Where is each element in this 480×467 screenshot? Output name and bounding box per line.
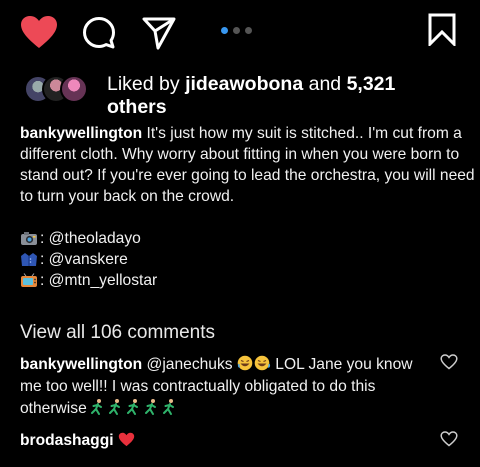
like-heart-icon[interactable] xyxy=(20,15,58,49)
credit-text: : @theoladayo xyxy=(40,230,141,247)
likes-count[interactable]: 5,321 xyxy=(347,73,396,95)
post-caption: bankywellington It's just how my suit is… xyxy=(20,123,475,291)
caption-body: bankywellington It's just how my suit is… xyxy=(20,123,475,207)
comment-like-heart-outline-icon[interactable] xyxy=(440,431,458,447)
liker-username[interactable]: jideawobona xyxy=(185,73,303,95)
laughing-emoji-icon xyxy=(237,355,270,371)
liker-avatars xyxy=(24,75,94,103)
view-all-comments-link[interactable]: View all 106 comments xyxy=(20,322,215,344)
tv-emoji-icon xyxy=(21,273,37,287)
likes-suffix[interactable]: others xyxy=(107,96,167,118)
share-paper-plane-icon[interactable] xyxy=(141,15,177,51)
likes-and: and xyxy=(308,73,342,95)
running-man-emoji-icon xyxy=(91,399,175,415)
save-bookmark-icon[interactable] xyxy=(428,13,456,46)
comment-username[interactable]: brodashaggi xyxy=(20,432,114,449)
post-action-bar xyxy=(0,0,480,70)
credit-line: : @theoladayo xyxy=(20,228,475,249)
comment-item: bankywellington @janechuks LOL Jane you … xyxy=(20,354,430,420)
likes-text: Liked by jideawobona and 5,321 others xyxy=(107,73,437,119)
caption-username[interactable]: bankywellington xyxy=(20,125,142,142)
comment-icon[interactable] xyxy=(82,16,116,50)
comment-mention[interactable]: @janechuks xyxy=(147,356,233,373)
credit-line: : @mtn_yellostar xyxy=(20,270,475,291)
avatar xyxy=(60,75,88,103)
comment-item: brodashaggi xyxy=(20,430,430,452)
carousel-dot-active xyxy=(221,27,228,34)
credit-text: : @mtn_yellostar xyxy=(40,272,158,289)
comment-like-heart-outline-icon[interactable] xyxy=(440,354,458,370)
likes-prefix: Liked by xyxy=(107,73,180,95)
carousel-dot xyxy=(233,27,240,34)
carousel-indicator xyxy=(221,27,252,34)
credit-line: : @vanskere xyxy=(20,249,475,270)
carousel-dot xyxy=(245,27,252,34)
comment-username[interactable]: bankywellington xyxy=(20,356,142,373)
likes-summary[interactable]: Liked by jideawobona and 5,321 others xyxy=(20,70,470,118)
red-heart-emoji-icon xyxy=(118,432,135,447)
camera-emoji-icon xyxy=(21,232,37,245)
credit-text: : @vanskere xyxy=(40,251,128,268)
coat-emoji-icon xyxy=(21,253,37,266)
